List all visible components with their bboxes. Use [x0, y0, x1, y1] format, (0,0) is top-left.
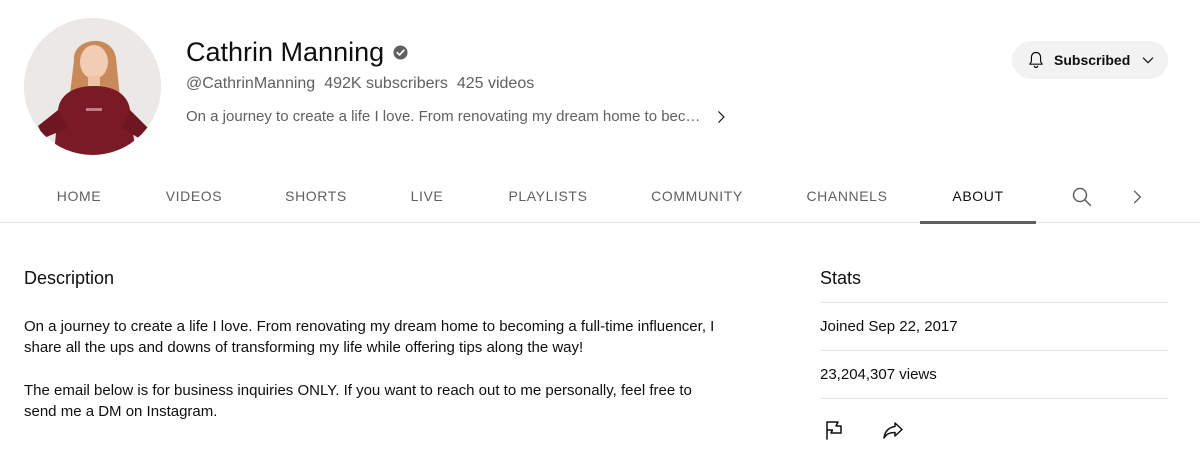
channel-name-text: Cathrin Manning: [186, 37, 385, 67]
tab-live[interactable]: LIVE: [396, 168, 458, 223]
video-count: 425 videos: [456, 75, 535, 92]
channel-title: Cathrin Manning: [186, 35, 408, 69]
tab-home[interactable]: HOME: [30, 168, 128, 223]
chevron-down-icon: [1142, 57, 1154, 64]
flag-icon[interactable]: [822, 418, 846, 442]
search-icon[interactable]: [1070, 185, 1094, 209]
share-icon[interactable]: [881, 418, 905, 442]
avatar-image: [24, 18, 161, 155]
description-heading: Description: [24, 268, 115, 288]
stats-heading: Stats: [820, 268, 862, 288]
description-paragraph: On a journey to create a life I love. Fr…: [24, 318, 715, 356]
verified-badge-icon: [393, 44, 408, 60]
divider: [820, 398, 1168, 399]
tab-community[interactable]: COMMUNITY: [638, 168, 756, 223]
subscribed-label: Subscribed: [1054, 52, 1131, 68]
tab-channels[interactable]: CHANNELS: [793, 168, 901, 223]
channel-avatar[interactable]: [24, 18, 161, 155]
joined-date: Joined Sep 22, 2017: [820, 318, 958, 335]
divider: [820, 302, 1168, 303]
subscriber-count: 492K subscribers: [324, 75, 448, 92]
subscribed-button[interactable]: Subscribed: [1012, 41, 1168, 79]
tab-shorts[interactable]: SHORTS: [270, 168, 362, 223]
tab-videos[interactable]: VIDEOS: [150, 168, 238, 223]
channel-handle: @CathrinManning: [186, 75, 316, 92]
channel-meta: @CathrinManning 492K subscribers 425 vid…: [186, 74, 534, 94]
chevron-right-icon[interactable]: [1127, 187, 1147, 207]
bell-icon: [1029, 51, 1043, 69]
tab-about[interactable]: ABOUT: [920, 168, 1036, 224]
tab-playlists[interactable]: PLAYLISTS: [495, 168, 601, 223]
divider: [820, 350, 1168, 351]
chevron-right-icon[interactable]: [712, 108, 730, 126]
description-paragraph: The email below is for business inquirie…: [24, 382, 692, 420]
view-count: 23,204,307 views: [820, 366, 937, 383]
description-preview-text: On a journey to create a life I love. Fr…: [186, 108, 701, 125]
channel-tabs: HOME VIDEOS SHORTS LIVE PLAYLISTS COMMUN…: [0, 168, 1200, 224]
channel-description-preview[interactable]: On a journey to create a life I love. Fr…: [186, 107, 730, 127]
